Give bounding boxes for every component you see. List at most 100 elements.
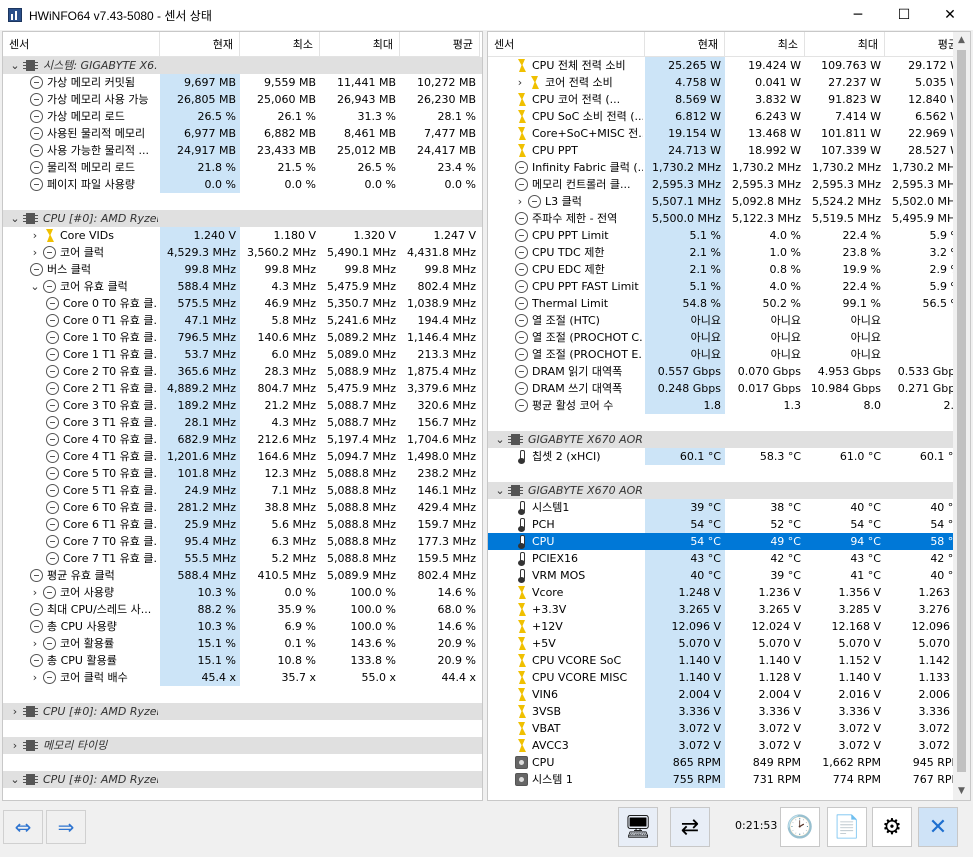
sensor-row-dram[interactable]: DRAM 쓰기 대역폭 0.248 Gbps 0.017 Gbps 10.984 Gb… <box>488 380 970 397</box>
close-window-button[interactable]: ✕ <box>927 0 973 30</box>
sensor-row-vin6[interactable]: VIN6 2.004 V 2.004 V 2.016 V 2.006 V <box>488 686 970 703</box>
column-avg[interactable]: 평균 <box>400 32 480 57</box>
sensor-row-sensor[interactable]: › 코어 클럭 4,529.3 MHz 3,560.2 MHz 5,490.1 MHz 4… <box>3 244 482 261</box>
sensor-row-sensor[interactable]: 가상 메모리 커밋됨 9,697 MB 9,559 MB 11,441 MB 10,27… <box>3 74 482 91</box>
expand-chevron-icon[interactable]: › <box>515 193 525 210</box>
sensor-group-row[interactable]: › 메모리 타이밍 <box>3 737 482 754</box>
scroll-thumb[interactable] <box>957 50 966 772</box>
column-max[interactable]: 최대 <box>320 32 400 57</box>
expand-chevron-icon[interactable]: › <box>30 669 40 686</box>
maximize-button[interactable]: ☐ <box>881 0 927 30</box>
sensor-row-dram[interactable]: DRAM 읽기 대역폭 0.557 Gbps 0.070 Gbps 4.953 Gbp… <box>488 363 970 380</box>
sensor-row-cpu[interactable]: CPU 전체 전력 소비 25.265 W 19.424 W 109.763 W 29.… <box>488 57 970 74</box>
sensor-row-cpu[interactable]: CPU 865 RPM 849 RPM 1,662 RPM 945 RPM <box>488 754 970 771</box>
sensor-group-row[interactable]: ⌄ CPU [#0]: AMD Ryzen ... <box>3 210 482 227</box>
sensor-row-sensor[interactable]: 버스 클럭 99.8 MHz 99.8 MHz 99.8 MHz 99.8 MHz <box>3 261 482 278</box>
sensor-row-cpu[interactable]: CPU 코어 전력 (... 8.569 W 3.832 W 91.823 W 12.8… <box>488 91 970 108</box>
sensor-row-cpu-tdc[interactable]: CPU TDC 제한 2.1 % 1.0 % 23.8 % 3.2 % <box>488 244 970 261</box>
sensor-row-sensor[interactable]: 사용 가능한 물리적 ... 24,917 MB 23,433 MB 25,012 M… <box>3 142 482 159</box>
sensor-row-sensor[interactable]: 페이지 파일 사용량 0.0 % 0.0 % 0.0 % 0.0 % <box>3 176 482 193</box>
sensor-row-core-3-t0[interactable]: Core 3 T0 유효 클... 189.2 MHz 21.2 MHz 5,088.… <box>3 397 482 414</box>
sensor-row-cpu-ppt[interactable]: CPU PPT 24.713 W 18.992 W 107.339 W 28.527 W <box>488 142 970 159</box>
sensor-row-prochot-e[interactable]: 열 조절 (PROCHOT E... 아니요 아니요 아니요 <box>488 346 970 363</box>
expand-chevron-icon[interactable]: › <box>30 584 40 601</box>
network-icon[interactable]: ⇄ <box>670 807 710 847</box>
close-x-icon[interactable]: ✕ <box>918 807 958 847</box>
column-sensor[interactable]: 센서 <box>3 32 160 57</box>
sensor-row-cpu-soc[interactable]: CPU SoC 소비 전력 (... 6.812 W 6.243 W 7.414 W6… <box>488 108 970 125</box>
column-sensor[interactable]: 센서 <box>488 32 645 57</box>
sensor-row-pciex16[interactable]: PCIEX16 43 °C 42 °C 43 °C 42 °C <box>488 550 970 567</box>
sensor-row-sensor[interactable]: 평균 활성 코어 수1.81.38.02.2 <box>488 397 970 414</box>
sensor-group-row[interactable]: ⌄ 시스템: GIGABYTE X6... <box>3 57 482 74</box>
sensor-row-sensor[interactable]: 메모리 컨트롤러 클... 2,595.3 MHz 2,595.3 MHz 2,595… <box>488 176 970 193</box>
column-max[interactable]: 최대 <box>805 32 885 57</box>
sensor-row-core-2-t1[interactable]: Core 2 T1 유효 클... 4,889.2 MHz 804.7 MHz 5,4… <box>3 380 482 397</box>
sensor-row-2-xhci[interactable]: 칩셋 2 (xHCI) 60.1 °C 58.3 °C 61.0 °C 60.1 °C <box>488 448 970 465</box>
sensor-row-core-6-t1[interactable]: Core 6 T1 유효 클... 25.9 MHz 5.6 MHz 5,088.8 … <box>3 516 482 533</box>
sensor-row-cpu-ppt-fast-limit[interactable]: CPU PPT FAST Limit 5.1 % 4.0 % 22.4 % 5.9 % <box>488 278 970 295</box>
sensor-row-prochot-c[interactable]: 열 조절 (PROCHOT C... 아니요 아니요 아니요 <box>488 329 970 346</box>
settings-gear-icon[interactable]: ⚙ <box>872 807 912 847</box>
collapse-chevron-icon[interactable]: ⌄ <box>495 431 505 448</box>
sensor-row-core-vids[interactable]: › Core VIDs 1.240 V 1.180 V 1.320 V 1.247 V <box>3 227 482 244</box>
sensor-row-core-1-t1[interactable]: Core 1 T1 유효 클... 53.7 MHz 6.0 MHz 5,089.0 … <box>3 346 482 363</box>
sensor-group-row[interactable]: ⌄ CPU [#0]: AMD Ryzen ... <box>3 771 482 788</box>
sensor-row-1[interactable]: 시스템 1 755 RPM 731 RPM 774 RPM 767 RPM <box>488 771 970 788</box>
sensor-row-sensor[interactable]: 가상 메모리 사용 가능 26,805 MB 25,060 MB 26,943 MB 2… <box>3 91 482 108</box>
sensor-row-cpu-vcore-misc[interactable]: CPU VCORE MISC 1.140 V 1.128 V 1.140 V 1.133… <box>488 669 970 686</box>
sensor-row-sensor[interactable]: 사용된 물리적 메모리 6,977 MB 6,882 MB 8,461 MB 7,477… <box>3 125 482 142</box>
column-min[interactable]: 최소 <box>240 32 320 57</box>
sensor-row-12v[interactable]: +12V 12.096 V 12.024 V 12.168 V 12.096 V <box>488 618 970 635</box>
sensor-row-sensor[interactable]: › 코어 전력 소비 4.758 W 0.041 W 27.237 W 5.035 W <box>488 74 970 91</box>
sensor-row-core-soc-misc[interactable]: Core+SoC+MISC 전... 19.154 W 13.468 W 101.81… <box>488 125 970 142</box>
sensor-row-htc[interactable]: 열 조절 (HTC) 아니요 아니요 아니요 <box>488 312 970 329</box>
sensor-row-core-6-t0[interactable]: Core 6 T0 유효 클... 281.2 MHz 38.8 MHz 5,088.… <box>3 499 482 516</box>
sensor-row-sensor[interactable]: › 코어 사용량 10.3 % 0.0 % 100.0 % 14.6 % <box>3 584 482 601</box>
add-log-icon[interactable]: 📄 <box>827 807 867 847</box>
sensor-row-vcore[interactable]: Vcore 1.248 V 1.236 V 1.356 V 1.263 V <box>488 584 970 601</box>
expand-chevron-icon[interactable]: › <box>30 244 40 261</box>
column-min[interactable]: 최소 <box>725 32 805 57</box>
sensor-row-cpu[interactable]: 최대 CPU/스레드 사... 88.2 % 35.9 % 100.0 % 68.0 % <box>3 601 482 618</box>
sensor-row-sensor[interactable]: 평균 유효 클럭 588.4 MHz 410.5 MHz 5,089.9 MHz 802… <box>3 567 482 584</box>
sensor-row-cpu[interactable]: CPU 54 °C 49 °C 94 °C 58 °C <box>488 533 970 550</box>
expand-collapse-left-button[interactable]: ⇔ <box>3 810 43 844</box>
sensor-row-cpu-vcore-soc[interactable]: CPU VCORE SoC 1.140 V 1.140 V 1.152 V 1.142 … <box>488 652 970 669</box>
sensor-row-core-1-t0[interactable]: Core 1 T0 유효 클... 796.5 MHz 140.6 MHz 5,089… <box>3 329 482 346</box>
collapse-chevron-icon[interactable]: ⌄ <box>10 210 20 227</box>
sensor-row-core-7-t1[interactable]: Core 7 T1 유효 클... 55.5 MHz 5.2 MHz 5,088.8 … <box>3 550 482 567</box>
sensor-row-cpu[interactable]: 총 CPU 사용량 10.3 % 6.9 % 100.0 % 14.6 % <box>3 618 482 635</box>
sensor-row-sensor[interactable]: ⌄ 코어 유효 클럭 588.4 MHz 4.3 MHz 5,475.9 MHz 802.… <box>3 278 482 295</box>
sensor-row-sensor[interactable]: › 코어 클럭 배수 45.4 x 35.7 x 55.0 x 44.4 x <box>3 669 482 686</box>
sensor-row-3vsb[interactable]: 3VSB 3.336 V 3.336 V 3.336 V 3.336 V <box>488 703 970 720</box>
sensor-row-core-5-t0[interactable]: Core 5 T0 유효 클... 101.8 MHz 12.3 MHz 5,088.… <box>3 465 482 482</box>
move-right-button[interactable]: ⇒ <box>46 810 86 844</box>
sensor-row-core-4-t1[interactable]: Core 4 T1 유효 클... 1,201.6 MHz 164.6 MHz 5,0… <box>3 448 482 465</box>
expand-chevron-icon[interactable]: › <box>30 635 40 652</box>
sensor-row-core-5-t1[interactable]: Core 5 T1 유효 클... 24.9 MHz 7.1 MHz 5,088.8 … <box>3 482 482 499</box>
sensor-row-5v[interactable]: +5V 5.070 V 5.070 V 5.070 V 5.070 V <box>488 635 970 652</box>
sensor-row-cpu[interactable]: 총 CPU 활용률 15.1 % 10.8 % 133.8 % 20.9 % <box>3 652 482 669</box>
vertical-scrollbar[interactable]: ▲ ▼ <box>953 32 970 800</box>
minimize-button[interactable]: ─ <box>835 0 881 30</box>
sensor-row-cpu-ppt-limit[interactable]: CPU PPT Limit 5.1 % 4.0 % 22.4 % 5.9 % <box>488 227 970 244</box>
collapse-chevron-icon[interactable]: ⌄ <box>10 771 20 788</box>
sensor-row-sensor[interactable]: 물리적 메모리 로드 21.8 % 21.5 % 26.5 % 23.4 % <box>3 159 482 176</box>
column-current[interactable]: 현재 <box>645 32 725 57</box>
expand-chevron-icon[interactable]: › <box>10 737 20 754</box>
collapse-chevron-icon[interactable]: ⌄ <box>30 278 40 295</box>
sensor-row-thermal-limit[interactable]: Thermal Limit 54.8 % 50.2 % 99.1 % 56.5 % <box>488 295 970 312</box>
sensor-group-row[interactable]: ⌄ GIGABYTE X670 AOR... <box>488 482 970 499</box>
expand-chevron-icon[interactable]: › <box>515 74 525 91</box>
sensor-row-l3[interactable]: › L3 클럭 5,507.1 MHz 5,092.8 MHz 5,524.2 MHz 5… <box>488 193 970 210</box>
column-current[interactable]: 현재 <box>160 32 240 57</box>
sensor-row-core-0-t1[interactable]: Core 0 T1 유효 클... 47.1 MHz 5.8 MHz 5,241.6 … <box>3 312 482 329</box>
sensor-row-cpu-edc[interactable]: CPU EDC 제한 2.1 % 0.8 % 19.9 % 2.9 % <box>488 261 970 278</box>
report-monitor-icon[interactable]: 🖥 <box>618 807 658 847</box>
sensor-row-vbat[interactable]: VBAT 3.072 V 3.072 V 3.072 V 3.072 V <box>488 720 970 737</box>
scroll-up-arrow[interactable]: ▲ <box>953 32 970 49</box>
sensor-row-core-3-t1[interactable]: Core 3 T1 유효 클... 28.1 MHz 4.3 MHz 5,088.7 … <box>3 414 482 431</box>
sensor-row-vrm-mos[interactable]: VRM MOS 40 °C 39 °C 41 °C 40 °C <box>488 567 970 584</box>
expand-chevron-icon[interactable]: › <box>30 227 40 244</box>
